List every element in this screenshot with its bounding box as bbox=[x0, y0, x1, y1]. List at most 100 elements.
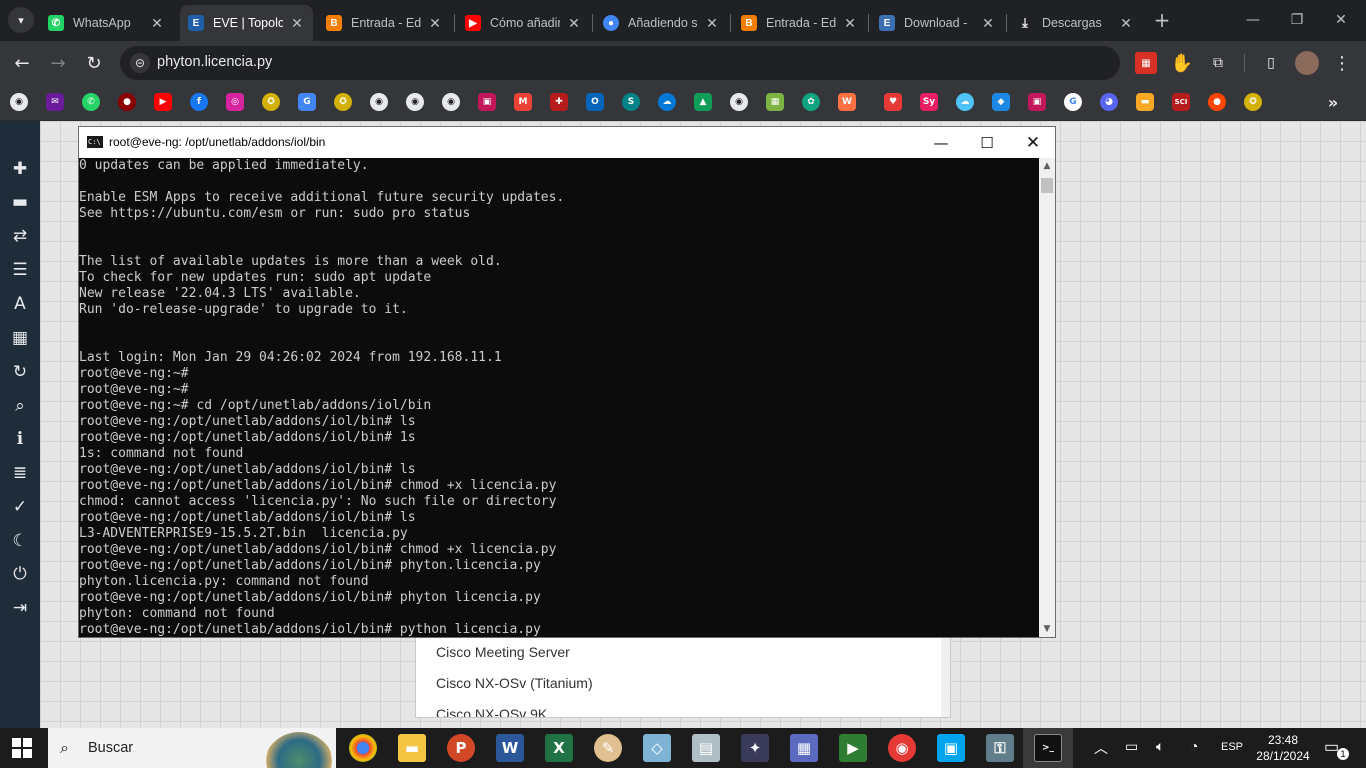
globe-bookmark-icon[interactable]: ◉ bbox=[406, 93, 424, 111]
app-taskbar-icon[interactable]: ▦ bbox=[790, 734, 818, 762]
address-bar[interactable]: ⊝ phyton.licencia.py bbox=[120, 46, 1120, 80]
language-indicator[interactable]: ESP bbox=[1221, 741, 1243, 753]
adblock-hand-icon[interactable]: ✋ bbox=[1171, 52, 1193, 74]
list-item[interactable]: Cisco NX-OSv (Titanium) bbox=[436, 675, 593, 691]
translate-bookmark-icon[interactable]: G bbox=[298, 93, 316, 111]
forward-arrow-icon[interactable]: → bbox=[45, 50, 71, 76]
tab-eve-topology[interactable]: E EVE | Topology ✕ bbox=[180, 5, 313, 41]
node-template-list[interactable]: Cisco Meeting Server Cisco NX-OSv (Titan… bbox=[415, 631, 951, 718]
minimize-icon[interactable]: — bbox=[918, 127, 964, 158]
lab-details-icon[interactable]: ≣ bbox=[9, 462, 31, 484]
tray-chevron-icon[interactable]: ︿ bbox=[1094, 738, 1108, 758]
facebook-bookmark-icon[interactable]: f bbox=[190, 93, 208, 111]
back-arrow-icon[interactable]: ← bbox=[9, 50, 35, 76]
nodes-icon[interactable]: ▬ bbox=[9, 191, 31, 213]
word-icon[interactable]: W bbox=[496, 734, 524, 762]
close-icon[interactable]: ✕ bbox=[1010, 127, 1056, 158]
app-taskbar-icon[interactable]: ▶ bbox=[839, 734, 867, 762]
scroll-down-icon[interactable]: ▼ bbox=[1039, 621, 1055, 637]
status-info-icon[interactable]: ℹ bbox=[9, 428, 31, 450]
diamond-bookmark-icon[interactable]: ◆ bbox=[992, 93, 1010, 111]
onedrive-bookmark-icon[interactable]: ☁ bbox=[658, 93, 676, 111]
site-info-icon[interactable]: ⊝ bbox=[130, 53, 150, 73]
list-scrollbar[interactable] bbox=[941, 632, 950, 717]
scihub-bookmark-icon[interactable]: SCI bbox=[1172, 93, 1190, 111]
chrome-taskbar-icon[interactable] bbox=[349, 734, 377, 762]
reload-icon[interactable]: ↻ bbox=[81, 50, 107, 76]
sharepoint-bookmark-icon[interactable]: S bbox=[622, 93, 640, 111]
crest-bookmark-icon[interactable]: ✚ bbox=[550, 93, 568, 111]
close-icon[interactable]: ✕ bbox=[842, 15, 858, 32]
photo-bookmark-icon[interactable]: ▣ bbox=[478, 93, 496, 111]
notes-icon[interactable]: ◇ bbox=[643, 734, 671, 762]
grid-bookmark-icon[interactable]: ▦ bbox=[766, 93, 784, 111]
terminal-window[interactable]: C:\ root@eve-ng: /opt/unetlab/addons/iol… bbox=[78, 126, 1056, 638]
logout-icon[interactable]: ⇥ bbox=[9, 597, 31, 619]
app-bookmark-icon[interactable]: ● bbox=[118, 93, 136, 111]
profile-avatar[interactable] bbox=[1295, 51, 1319, 75]
close-icon[interactable]: ✕ bbox=[289, 15, 305, 32]
startup-configs-icon[interactable]: ☰ bbox=[9, 259, 31, 281]
tab-search-icon[interactable]: ▾ bbox=[8, 7, 34, 33]
close-icon[interactable]: ✕ bbox=[566, 15, 582, 32]
mail-bookmark-icon[interactable]: ✉ bbox=[46, 93, 64, 111]
university-bookmark-icon[interactable]: ✪ bbox=[262, 93, 280, 111]
battery-icon[interactable]: ▭ bbox=[1125, 738, 1138, 755]
globe-bookmark-icon[interactable]: ◉ bbox=[442, 93, 460, 111]
networks-icon[interactable]: ⇄ bbox=[9, 225, 31, 247]
youtube-bookmark-icon[interactable]: ▶ bbox=[154, 93, 172, 111]
scroll-up-icon[interactable]: ▲ bbox=[1039, 158, 1055, 174]
w-bookmark-icon[interactable]: W bbox=[838, 93, 856, 111]
maximize-icon[interactable]: ☐ bbox=[964, 127, 1010, 158]
tab-entrada-2[interactable]: B Entrada - Edi ✕ bbox=[733, 5, 866, 41]
list-item[interactable]: Cisco Meeting Server bbox=[436, 644, 570, 660]
app-taskbar-icon[interactable]: ▣ bbox=[937, 734, 965, 762]
refresh-icon[interactable]: ↻ bbox=[9, 361, 31, 383]
close-icon[interactable]: ✕ bbox=[1118, 15, 1134, 32]
close-icon[interactable]: ✕ bbox=[704, 15, 720, 32]
minimize-icon[interactable]: — bbox=[1240, 8, 1266, 32]
discord-bookmark-icon[interactable]: ◕ bbox=[1100, 93, 1118, 111]
scroll-thumb[interactable] bbox=[1041, 178, 1053, 193]
workbook-grid-icon[interactable]: ▦ bbox=[9, 327, 31, 349]
terminal-titlebar[interactable]: C:\ root@eve-ng: /opt/unetlab/addons/iol… bbox=[79, 127, 1055, 158]
globe-bookmark-icon[interactable]: ◉ bbox=[10, 93, 28, 111]
terminal-taskbar-icon[interactable]: >_ bbox=[1034, 734, 1062, 762]
close-icon[interactable]: ✕ bbox=[427, 15, 443, 32]
extension-icon[interactable]: ▦ bbox=[1135, 52, 1157, 74]
heart-bookmark-icon[interactable]: ♥ bbox=[884, 93, 902, 111]
menu-kebab-icon[interactable]: ⋮ bbox=[1331, 52, 1353, 74]
terminal-output[interactable]: 0 updates can be applied immediately. Ena… bbox=[79, 158, 1039, 637]
zoom-icon[interactable]: ⌕ bbox=[9, 395, 31, 417]
close-icon[interactable]: ✕ bbox=[149, 15, 165, 32]
close-icon[interactable]: ✕ bbox=[980, 15, 996, 32]
symbolab-bookmark-icon[interactable]: Sy bbox=[920, 93, 938, 111]
university-bookmark-icon[interactable]: ✪ bbox=[1244, 93, 1262, 111]
close-window-icon[interactable]: ✕ bbox=[1328, 8, 1354, 32]
globe-bookmark-icon[interactable]: ◉ bbox=[730, 93, 748, 111]
tab-youtube[interactable]: ▶ Cómo añadir ✕ bbox=[457, 5, 590, 41]
file-explorer-icon[interactable]: ▬ bbox=[398, 734, 426, 762]
paint-icon[interactable]: ✎ bbox=[594, 734, 622, 762]
new-tab-button[interactable]: + bbox=[1150, 8, 1174, 32]
tab-anadiendo[interactable]: ● Añadiendo s ✕ bbox=[595, 5, 728, 41]
outlook-bookmark-icon[interactable]: O bbox=[586, 93, 604, 111]
list-item[interactable]: Cisco NX-OSv 9K bbox=[436, 706, 547, 717]
text-objects-icon[interactable]: A bbox=[9, 293, 31, 315]
excel-icon[interactable]: X bbox=[545, 734, 573, 762]
url-text[interactable]: phyton.licencia.py bbox=[157, 54, 272, 70]
taskbar-search[interactable]: ⌕ Buscar bbox=[48, 728, 336, 768]
reddit-bookmark-icon[interactable]: ● bbox=[1208, 93, 1226, 111]
drive-bookmark-icon[interactable]: ▲ bbox=[694, 93, 712, 111]
terminal-scrollbar[interactable]: ▲ ▼ bbox=[1039, 158, 1055, 637]
search-placeholder[interactable]: Buscar bbox=[88, 740, 133, 756]
gmail-bookmark-icon[interactable]: M bbox=[514, 93, 532, 111]
add-object-icon[interactable]: ✚ bbox=[9, 158, 31, 180]
monitor-icon[interactable]: ▤ bbox=[692, 734, 720, 762]
side-panel-icon[interactable]: ▯ bbox=[1260, 52, 1282, 74]
power-icon[interactable]: ⏻ bbox=[9, 563, 31, 585]
globe-bookmark-icon[interactable]: ◉ bbox=[370, 93, 388, 111]
tab-whatsapp[interactable]: ✆ WhatsApp ✕ bbox=[40, 5, 173, 41]
more-bookmarks-chevron-icon[interactable]: » bbox=[1324, 93, 1342, 112]
image-bookmark-icon[interactable]: ▬ bbox=[1136, 93, 1154, 111]
